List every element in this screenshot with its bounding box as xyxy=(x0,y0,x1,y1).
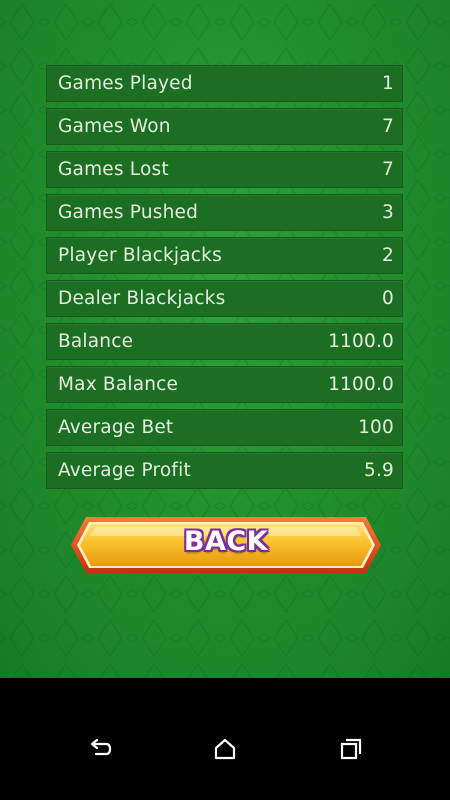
stat-row-balance: Balance 1100.0 xyxy=(46,323,403,360)
back-arrow-icon[interactable] xyxy=(87,736,113,762)
stat-row-games-pushed: Games Pushed 3 xyxy=(46,194,403,231)
stat-label: Average Bet xyxy=(58,417,174,438)
stat-label: Games Won xyxy=(58,116,171,137)
stat-value: 1100.0 xyxy=(328,374,394,395)
stat-value: 1100.0 xyxy=(328,331,394,352)
stat-row-player-blackjacks: Player Blackjacks 2 xyxy=(46,237,403,274)
stat-label: Dealer Blackjacks xyxy=(58,288,226,309)
stat-label: Games Lost xyxy=(58,159,169,180)
stat-label: Average Profit xyxy=(58,460,191,481)
stat-row-dealer-blackjacks: Dealer Blackjacks 0 xyxy=(46,280,403,317)
back-button-shape[interactable] xyxy=(70,516,382,574)
stat-row-max-balance: Max Balance 1100.0 xyxy=(46,366,403,403)
stat-value: 1 xyxy=(382,73,394,94)
stat-value: 3 xyxy=(382,202,394,223)
recent-apps-icon[interactable] xyxy=(338,736,364,762)
stat-value: 7 xyxy=(382,116,394,137)
stat-row-average-bet: Average Bet 100 xyxy=(46,409,403,446)
stat-value: 0 xyxy=(382,288,394,309)
stat-value: 100 xyxy=(358,417,394,438)
stat-value: 7 xyxy=(382,159,394,180)
stats-table: Games Played 1 Games Won 7 Games Lost 7 … xyxy=(46,65,403,495)
stat-row-average-profit: Average Profit 5.9 xyxy=(46,452,403,489)
system-nav-bar xyxy=(0,678,450,800)
stat-row-games-won: Games Won 7 xyxy=(46,108,403,145)
stat-label: Max Balance xyxy=(58,374,179,395)
game-screen: Games Played 1 Games Won 7 Games Lost 7 … xyxy=(0,0,450,678)
stat-label: Games Pushed xyxy=(58,202,199,223)
stat-label: Player Blackjacks xyxy=(58,245,222,266)
stat-value: 5.9 xyxy=(363,460,394,481)
stat-label: Balance xyxy=(58,331,134,352)
back-button[interactable]: BACK xyxy=(70,516,382,574)
stat-value: 2 xyxy=(382,245,394,266)
home-icon[interactable] xyxy=(212,736,238,762)
stat-row-games-played: Games Played 1 xyxy=(46,65,403,102)
stat-row-games-lost: Games Lost 7 xyxy=(46,151,403,188)
stat-label: Games Played xyxy=(58,73,193,94)
